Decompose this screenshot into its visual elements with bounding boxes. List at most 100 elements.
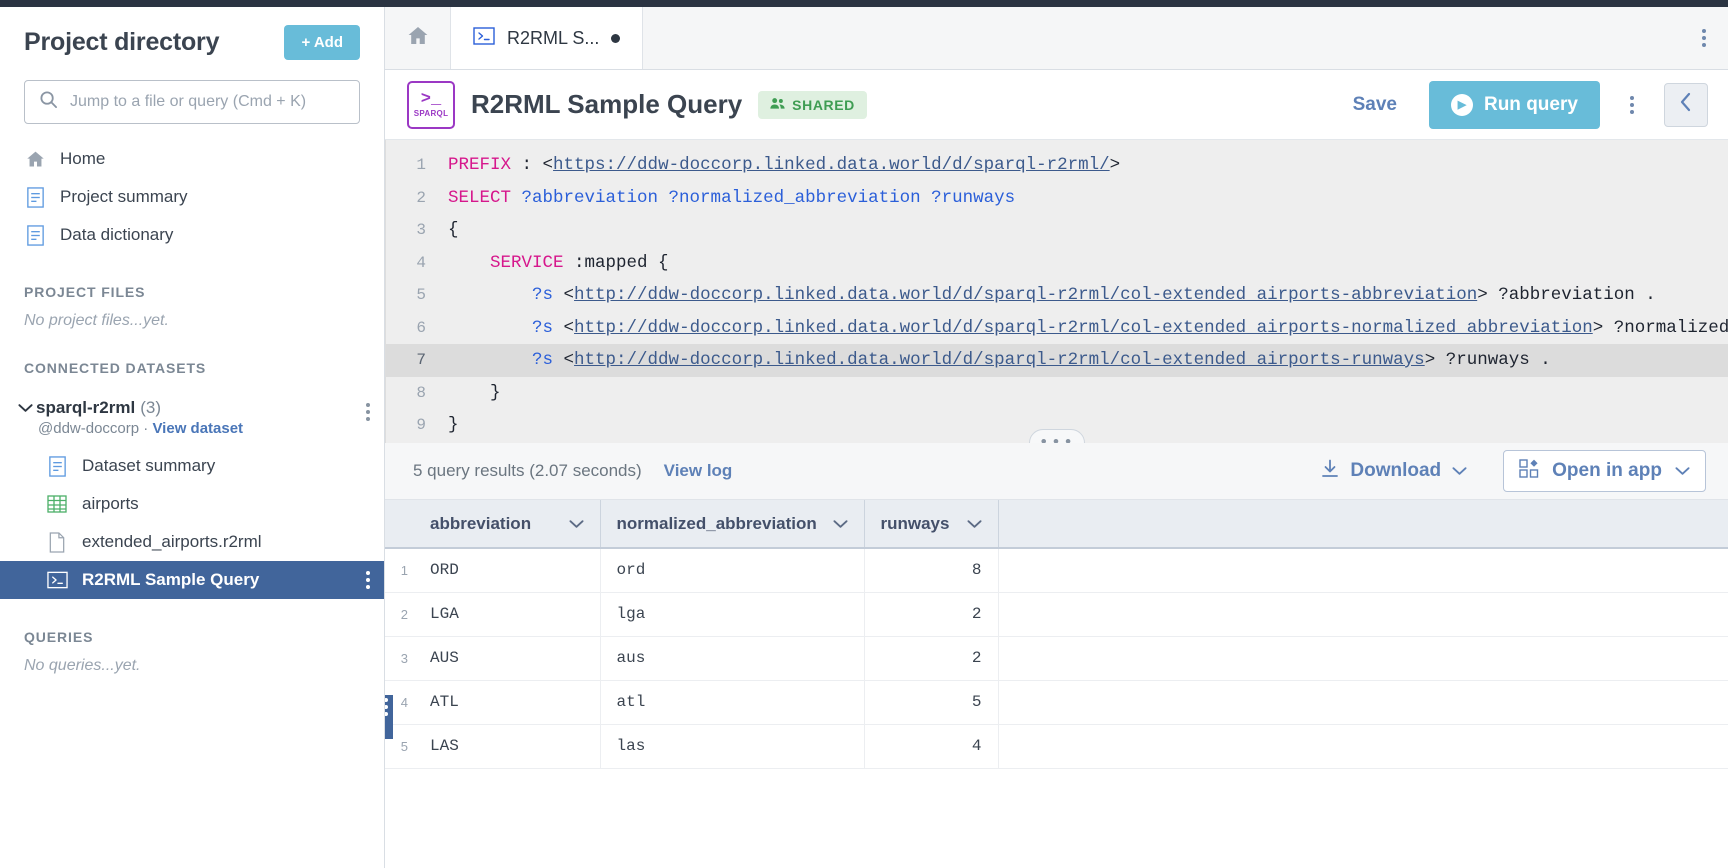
run-query-button[interactable]: ▶ Run query [1428, 80, 1600, 129]
cell-runways: 5 [864, 680, 999, 725]
code-token: } [448, 415, 459, 435]
results-table-head: abbreviation normalized_abbreviation run… [385, 500, 1728, 549]
cell-abbreviation: ORD [414, 548, 601, 593]
code-lines[interactable]: 1 PREFIX : <https://ddw-doccorp.linked.da… [386, 149, 1728, 442]
row-number-header [385, 500, 414, 549]
chevron-down-icon[interactable] [1452, 460, 1467, 482]
chevron-down-icon[interactable] [966, 516, 982, 532]
sidebar-item-airports[interactable]: airports [0, 485, 384, 523]
dataset-owner: @ddw-doccorp [38, 420, 140, 437]
sparql-code-editor[interactable]: 1 PREFIX : <https://ddw-doccorp.linked.da… [385, 140, 1728, 443]
collapse-panel-button[interactable] [1663, 82, 1708, 127]
code-line[interactable]: 4 SERVICE :mapped { [386, 247, 1728, 280]
code-token: } [448, 382, 501, 403]
code-token: > ?normalized_abbreviation . [1592, 317, 1728, 338]
cell-runways: 8 [864, 548, 999, 593]
cell-normalized-abbreviation: aus [600, 636, 865, 681]
table-row[interactable]: 3 AUS aus 2 [385, 636, 1728, 681]
chevron-down-icon[interactable] [568, 516, 584, 532]
code-text: SERVICE :mapped { [448, 247, 669, 280]
code-line[interactable]: 1 PREFIX : <https://ddw-doccorp.linked.da… [386, 149, 1728, 182]
code-text: ?s <http://ddw-doccorp.linked.data.world… [448, 279, 1656, 312]
search-box[interactable] [24, 80, 360, 124]
code-line[interactable]: 3{ [386, 214, 1728, 247]
code-token: < [553, 350, 575, 370]
code-token: < [553, 317, 575, 338]
kebab-icon[interactable] [1701, 26, 1706, 50]
chevron-down-icon[interactable] [14, 400, 36, 417]
sidebar-item-dataset-summary[interactable]: Dataset summary [0, 447, 384, 485]
body-row: Project directory + Add Jump to a file o… [0, 7, 1728, 868]
tab-home[interactable] [385, 7, 451, 69]
code-text: ?s <http://ddw-doccorp.linked.data.world… [448, 344, 1551, 377]
cell-normalized-abbreviation: las [600, 724, 865, 769]
tab-r2rml-sample-query[interactable]: R2RML S... [451, 7, 644, 69]
code-token: http://ddw-doccorp.linked.data.world/d/s… [574, 350, 1425, 370]
project-directory-sidebar: Project directory + Add Jump to a file o… [0, 7, 385, 868]
results-table-wrapper[interactable]: abbreviation normalized_abbreviation run… [385, 500, 1728, 868]
search-input[interactable] [70, 93, 345, 111]
page-title: Project directory [24, 28, 220, 56]
code-line[interactable]: 8 } [386, 377, 1728, 410]
panel-drag-handle[interactable] [385, 695, 393, 739]
chevron-down-icon[interactable] [1675, 460, 1690, 482]
sidebar-item-data-dictionary[interactable]: Data dictionary [0, 216, 384, 254]
download-label: Download [1350, 460, 1442, 481]
code-line[interactable]: 2 SELECT ?abbreviation ?normalized_abbrev… [386, 182, 1728, 215]
view-dataset-link[interactable]: View dataset [152, 420, 243, 437]
code-line[interactable]: 7 ?s <http://ddw-doccorp.linked.data.wor… [386, 344, 1728, 377]
save-button[interactable]: Save [1337, 94, 1413, 116]
sparql-icon [46, 569, 68, 591]
results-table-body: 1 ORD ord 8 2 LGA lga 2 3 AUS aus 2 4 ATL atl 5 5 LAS las 4 [385, 548, 1728, 769]
home-icon [24, 148, 46, 170]
table-header-row: abbreviation normalized_abbreviation run… [385, 500, 1728, 549]
code-token: PREFIX [448, 155, 512, 175]
sidebar-item-label: R2RML Sample Query [82, 570, 260, 589]
view-log-link[interactable]: View log [664, 461, 733, 481]
chevron-down-icon[interactable] [832, 516, 848, 532]
sidebar-item-label: Home [60, 149, 106, 168]
code-token: ?s [532, 350, 554, 370]
code-token: ?abbreviation ?normalized_abbreviation ?… [521, 187, 1016, 208]
code-token: < [553, 285, 575, 305]
line-number: 4 [416, 253, 426, 272]
status-badge: SHARED [758, 90, 867, 119]
table-row[interactable]: 4 ATL atl 5 [385, 680, 1728, 725]
code-token: : [511, 155, 543, 175]
dataset-kebab-icon[interactable] [366, 400, 370, 424]
table-row[interactable]: 2 LGA lga 2 [385, 592, 1728, 637]
code-text: ?s <http://ddw-doccorp.linked.data.world… [448, 312, 1728, 345]
sidebar-item-project-summary[interactable]: Project summary [0, 178, 384, 216]
download-button[interactable]: Download [1305, 459, 1483, 484]
table-row[interactable]: 1 ORD ord 8 [385, 548, 1728, 593]
document-icon [46, 455, 68, 477]
cell-normalized-abbreviation: ord [600, 548, 865, 593]
dataset-row[interactable]: sparql-r2rml (3) [0, 394, 384, 421]
project-files-heading: PROJECT FILES [24, 284, 146, 300]
line-number: 1 [416, 156, 426, 174]
play-icon: ▶ [1450, 93, 1473, 116]
column-header-runways[interactable]: runways [864, 500, 999, 549]
editor-resize-handle[interactable]: ••• [1028, 429, 1085, 443]
sidebar-item-home[interactable]: Home [0, 140, 384, 178]
code-line[interactable]: 6 ?s <http://ddw-doccorp.linked.data.wor… [386, 312, 1728, 345]
line-number: 2 [416, 188, 426, 207]
queries-empty: No queries...yet. [24, 657, 141, 674]
column-header-normalized-abbreviation[interactable]: normalized_abbreviation [600, 500, 865, 549]
sidebar-item-r2rml-sample-query[interactable]: R2RML Sample Query [0, 561, 384, 599]
cell-normalized-abbreviation: lga [600, 592, 865, 637]
open-in-app-button[interactable]: Open in app [1503, 450, 1706, 492]
add-button[interactable]: + Add [284, 25, 360, 60]
code-token: :mapped { [563, 252, 669, 273]
sidebar-item-extended-airports-r2rml[interactable]: extended_airports.r2rml [0, 523, 384, 561]
table-row[interactable]: 5 LAS las 4 [385, 724, 1728, 769]
code-text: PREFIX : <https://ddw-doccorp.linked.dat… [448, 149, 1120, 182]
code-line[interactable]: 5 ?s <http://ddw-doccorp.linked.data.wor… [386, 279, 1728, 312]
queries-heading: QUERIES [24, 629, 94, 645]
column-header-abbreviation[interactable]: abbreviation [414, 500, 601, 549]
item-kebab-icon[interactable] [366, 568, 370, 592]
code-token: http://ddw-doccorp.linked.data.world/d/s… [574, 317, 1593, 338]
query-kebab-icon[interactable] [1616, 93, 1648, 117]
